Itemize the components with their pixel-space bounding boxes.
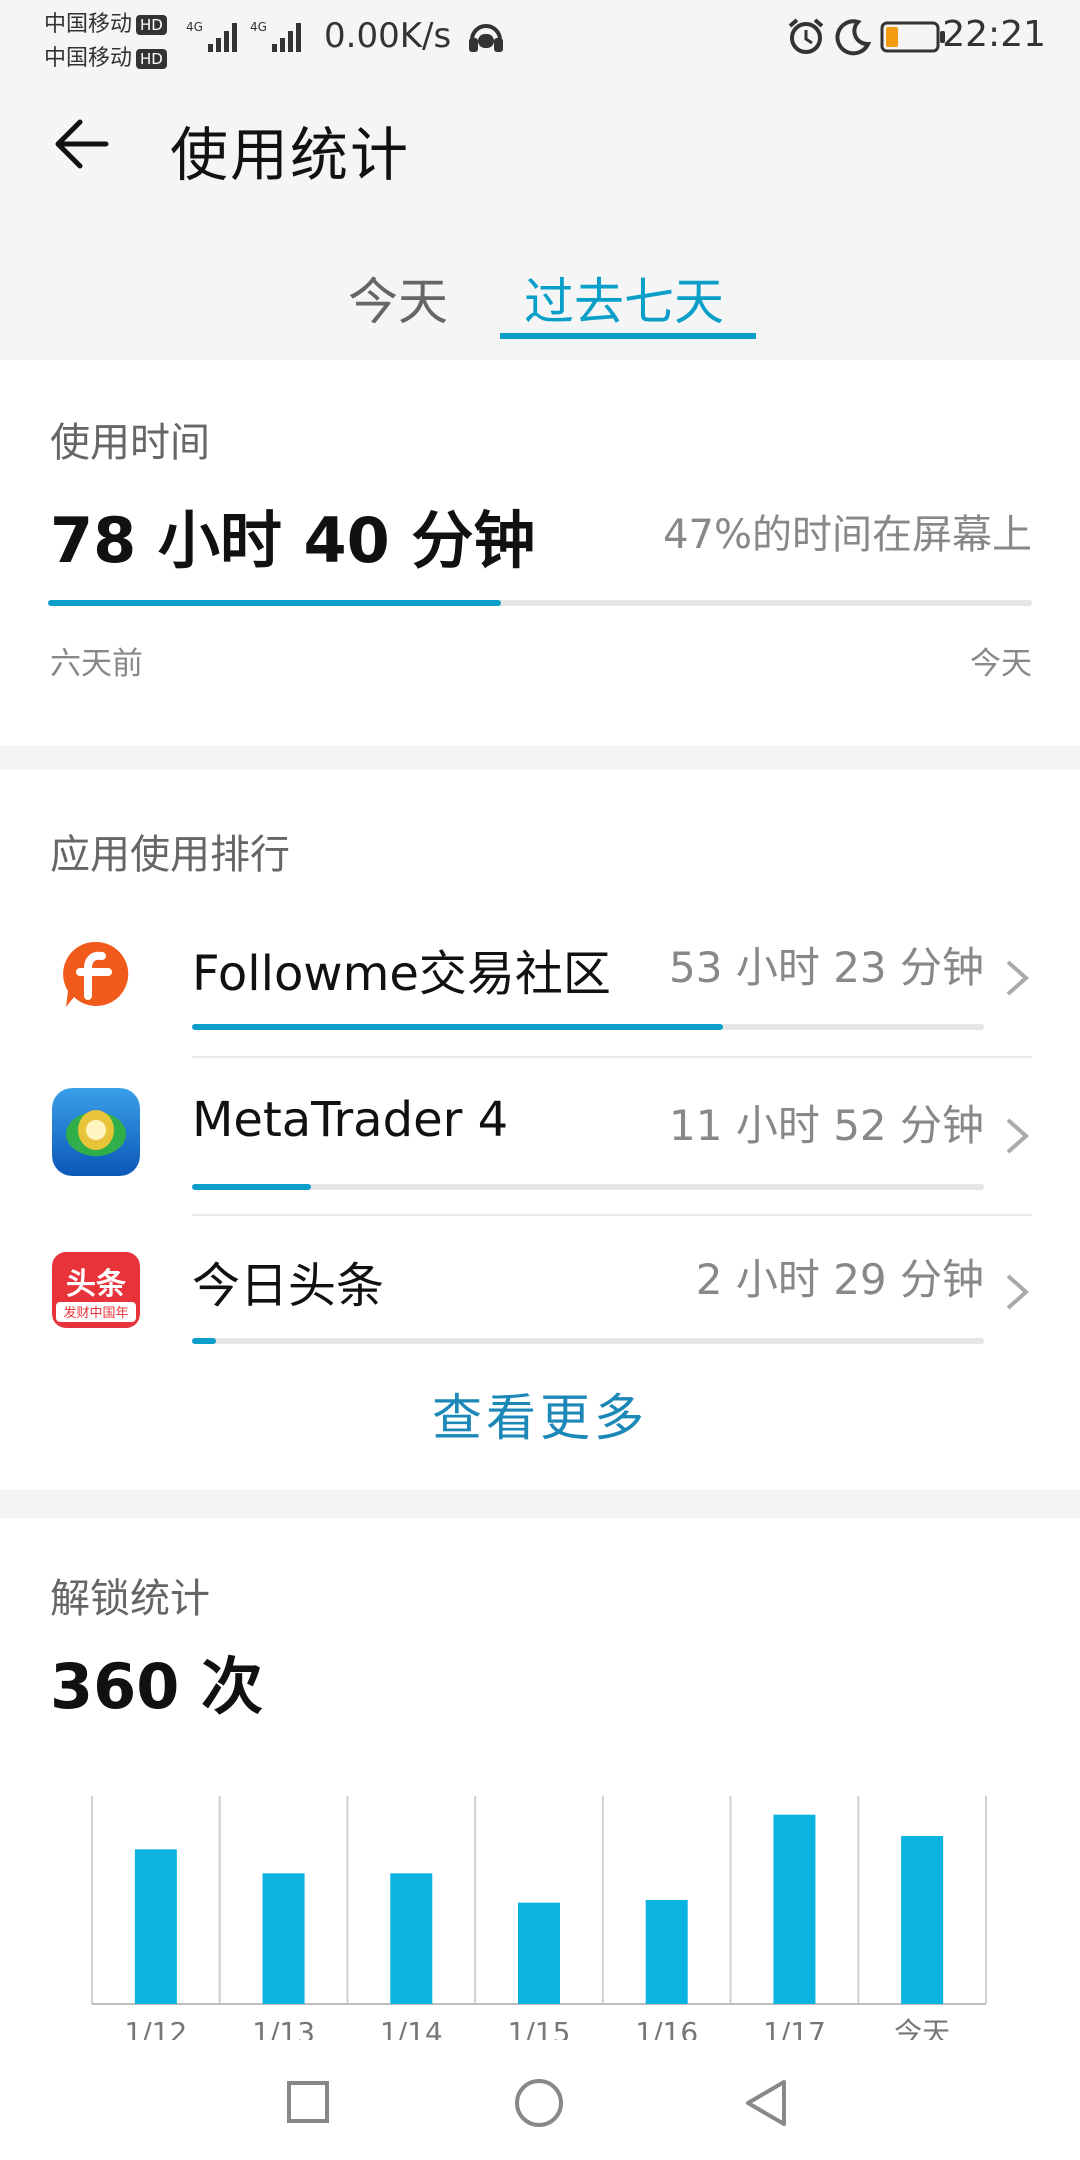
usage-progress-fill <box>48 600 501 606</box>
app-time: 2 小时 29 分钟 <box>695 1255 984 1304</box>
carrier-1: 中国移动 HD <box>44 6 167 38</box>
unlock-total: 360 次 <box>50 1650 264 1723</box>
app-time: 11 小时 52 分钟 <box>669 1101 984 1150</box>
unlock-stats-title: 解锁统计 <box>50 1576 210 1622</box>
tab-past-seven-days[interactable]: 过去七天 <box>524 262 724 334</box>
signal-icon-2: 4G <box>250 20 301 52</box>
triangle-back-icon[interactable] <box>744 2078 788 2128</box>
carrier-2: 中国移动 HD <box>44 40 167 72</box>
signal-icon: 4G <box>186 20 237 52</box>
app-progress-fill <box>192 1184 311 1190</box>
headset-icon <box>469 24 503 52</box>
app-progress-track <box>192 1338 984 1344</box>
moon-icon <box>835 19 872 56</box>
app-name: Followme交易社区 <box>192 946 611 1002</box>
app-row-followme[interactable]: Followme交易社区 53 小时 23 分钟 <box>0 900 1080 1058</box>
start-label: 六天前 <box>50 646 143 682</box>
battery-icon <box>880 21 945 53</box>
toutiao-icon-subtext: 发财中国年 <box>63 1305 128 1321</box>
status-bar: 中国移动 HD 中国移动 HD 4G 4G 0.00K/s 22:21 <box>0 0 1080 76</box>
usage-time-title: 使用时间 <box>50 420 210 466</box>
chart-bar <box>390 1873 433 2004</box>
chevron-right-icon <box>1006 1118 1030 1154</box>
circle-icon[interactable] <box>514 2078 564 2128</box>
see-more-button[interactable]: 查看更多 <box>0 1378 1080 1450</box>
chart-bar <box>518 1902 560 2004</box>
app-name: MetaTrader 4 <box>192 1092 509 1148</box>
back-arrow-icon[interactable] <box>50 112 114 176</box>
clock: 22:21 <box>942 14 1046 55</box>
row-divider <box>192 1214 1032 1216</box>
followme-icon <box>63 941 129 1007</box>
app-row-toutiao[interactable]: 头条 发财中国年 今日头条 2 小时 29 分钟 <box>0 1220 1080 1378</box>
toutiao-icon: 头条 发财中国年 <box>52 1246 140 1334</box>
usage-time-card: 使用时间 78 小时 40 分钟 47%的时间在屏幕上 六天前 今天 <box>0 360 1080 746</box>
carrier-2-label: 中国移动 <box>44 46 133 71</box>
navigation-bar <box>0 2040 1080 2160</box>
app-progress-track <box>192 1024 984 1030</box>
alarm-icon <box>788 18 824 54</box>
app-ranking-card: 应用使用排行 Followme交易社区 53 小时 23 分钟 MetaTrad… <box>0 770 1080 1490</box>
app-ranking-title: 应用使用排行 <box>50 832 290 878</box>
usage-total: 78 小时 40 分钟 <box>50 504 536 577</box>
chevron-right-icon <box>1006 960 1030 996</box>
metatrader-icon <box>52 1088 140 1176</box>
usage-progress-track <box>48 600 1032 606</box>
chart-bar <box>134 1849 177 2004</box>
toutiao-icon-text: 头条 <box>66 1267 126 1302</box>
hd-badge: HD <box>136 15 167 35</box>
unlock-bar-chart: 1/12 1/13 1/14 1/15 1/16 1/17 今天 <box>91 1796 987 2049</box>
end-label: 今天 <box>970 646 1032 682</box>
net-label-1: 4G <box>186 20 203 34</box>
app-row-metatrader[interactable]: MetaTrader 4 11 小时 52 分钟 <box>0 1060 1080 1218</box>
app-time: 53 小时 23 分钟 <box>669 943 984 992</box>
tab-indicator <box>500 333 756 339</box>
hd-badge: HD <box>136 49 167 69</box>
net-label-2: 4G <box>250 20 267 34</box>
app-name: 今日头条 <box>192 1258 385 1314</box>
app-progress-fill <box>192 1338 216 1344</box>
row-divider <box>192 1056 1032 1058</box>
app-progress-track <box>192 1184 984 1190</box>
chart-bar <box>901 1836 944 2004</box>
chart-bar <box>773 1814 816 2004</box>
chart-bar <box>262 1873 305 2004</box>
net-speed: 0.00K/s <box>324 16 452 56</box>
app-progress-fill <box>192 1024 723 1030</box>
square-icon[interactable] <box>286 2080 330 2124</box>
chevron-right-icon <box>1006 1274 1030 1310</box>
screen-percent: 47%的时间在屏幕上 <box>663 512 1032 558</box>
carrier-1-label: 中国移动 <box>44 12 133 37</box>
page-title: 使用统计 <box>170 121 411 189</box>
chart-bar <box>645 1900 688 2004</box>
tab-today[interactable]: 今天 <box>348 262 448 334</box>
